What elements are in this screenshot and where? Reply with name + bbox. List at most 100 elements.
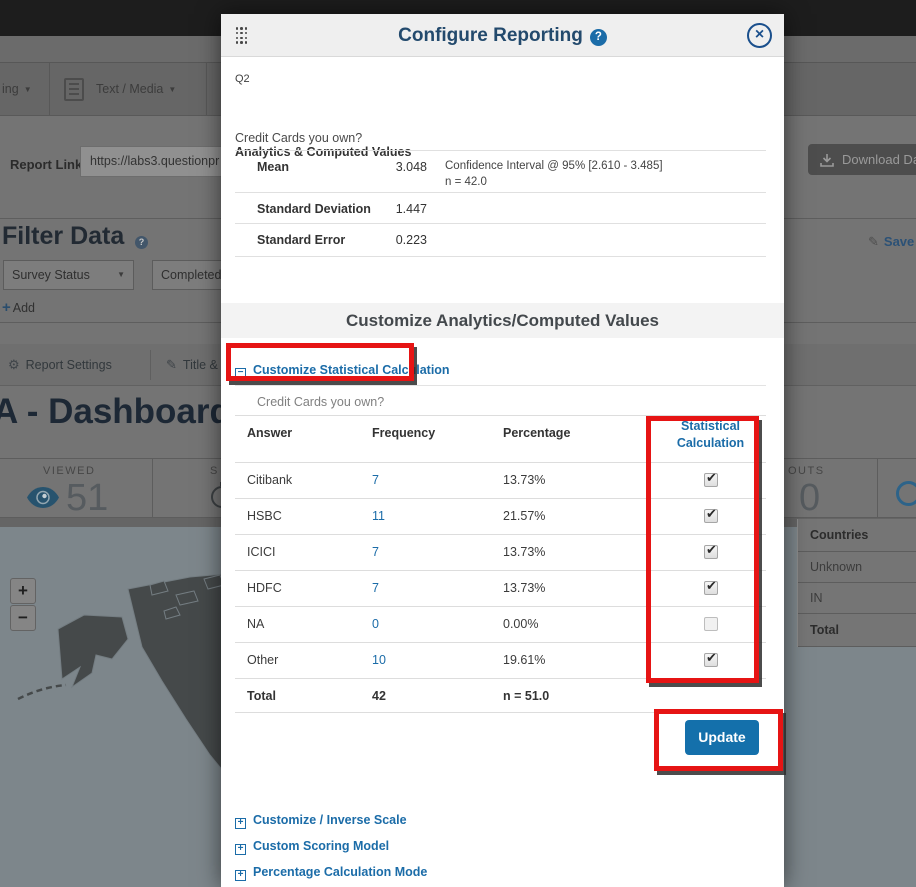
divider [235, 498, 766, 499]
toolbar-section-label: ing [2, 82, 19, 96]
confidence-interval: Confidence Interval @ 95% [2.610 - 3.485… [445, 160, 663, 172]
col-header-answer: Answer [247, 426, 292, 440]
divider [235, 712, 766, 713]
question-code: Q2 [235, 73, 250, 85]
stat-calc-checkbox[interactable] [704, 653, 718, 667]
completion-ring-icon [896, 481, 916, 506]
screen: ing▼ Text / Media▼ Report Link https://l… [0, 0, 916, 887]
analytics-row-std-err: Standard Error 0.223 [235, 223, 766, 257]
analytics-value: 1.447 [383, 202, 427, 216]
tab-report-settings[interactable]: ⚙ Report Settings [8, 344, 112, 385]
map-zoom-out-button[interactable]: − [10, 605, 36, 631]
filter-help-icon[interactable]: ? [135, 236, 148, 249]
divider [150, 350, 151, 380]
dropouts-stat-label: OUTS [788, 465, 825, 477]
frequency-link[interactable]: 7 [372, 581, 379, 595]
link-label: Customize Statistical Calculation [253, 363, 450, 377]
total-sample-size: n = 51.0 [503, 689, 549, 703]
add-label: Add [13, 301, 35, 315]
filter-data-title: Filter Data [2, 222, 124, 251]
expand-icon[interactable]: + [235, 844, 246, 855]
chevron-down-icon: ▼ [24, 85, 32, 94]
tab-title-logo[interactable]: ✎Title & L [166, 344, 228, 385]
stat-calc-checkbox[interactable] [704, 509, 718, 523]
modal-title: Configure Reporting? [221, 14, 784, 57]
stat-calc-checkbox[interactable] [704, 545, 718, 559]
divider [235, 415, 766, 416]
expand-icon[interactable]: + [235, 818, 246, 829]
dashboard-title: A - Dashboard [0, 392, 231, 432]
dropdown-value: Survey Status [12, 261, 90, 289]
analytics-label: Mean [257, 160, 289, 174]
close-icon[interactable]: × [747, 23, 772, 48]
custom-scoring-model-link[interactable]: + Custom Scoring Model [235, 839, 389, 855]
report-link-label: Report Link [10, 157, 82, 172]
map-zoom-in-button[interactable]: + [10, 578, 36, 604]
stat-calc-checkbox[interactable] [704, 617, 718, 631]
divider [152, 459, 153, 517]
toolbar-section-label: Text / Media [96, 82, 163, 96]
answer-cell: HDFC [247, 581, 282, 595]
analytics-note: Confidence Interval @ 95% [2.610 - 3.485… [445, 158, 663, 190]
toolbar-section-trending[interactable]: ing ▼ [0, 63, 50, 115]
add-filter-button[interactable]: +Add [2, 299, 35, 316]
stat-calc-checkbox[interactable] [704, 473, 718, 487]
total-frequency: 42 [372, 689, 386, 703]
pencil-icon: ✎ [166, 357, 177, 373]
countries-header: Countries [798, 519, 916, 552]
col-header-percentage: Percentage [503, 426, 570, 440]
divider [877, 459, 878, 517]
question-text: Credit Cards you own? [235, 131, 362, 145]
divider [235, 642, 766, 643]
update-button[interactable]: Update [685, 720, 759, 755]
expand-icon[interactable]: + [235, 870, 246, 881]
answer-cell: ICICI [247, 545, 275, 559]
eye-icon [27, 487, 59, 513]
toolbar-section-text-media[interactable]: Text / Media ▼ [50, 63, 207, 115]
frequency-link[interactable]: 7 [372, 545, 379, 559]
answer-cell: Other [247, 653, 278, 667]
question-text: Credit Cards you own? [257, 395, 384, 409]
tab-label: Report Settings [26, 358, 112, 372]
stat-calc-checkbox[interactable] [704, 581, 718, 595]
frequency-link[interactable]: 11 [372, 509, 385, 523]
link-label: Custom Scoring Model [253, 839, 389, 853]
customize-inverse-scale-link[interactable]: + Customize / Inverse Scale [235, 813, 407, 829]
divider [235, 606, 766, 607]
collapse-icon[interactable]: − [235, 368, 246, 379]
analytics-row-mean: Mean 3.048 Confidence Interval @ 95% [2.… [235, 150, 766, 192]
percentage-calculation-mode-link[interactable]: +Percentage Calculation Mode [235, 865, 427, 881]
configure-reporting-modal: Configure Reporting? × Q2 Credit Cards y… [221, 14, 784, 887]
frequency-link[interactable]: 10 [372, 653, 386, 667]
countries-panel: Countries Unknown IN Total [797, 519, 916, 647]
dropdown-value: Completed [161, 261, 221, 289]
divider [235, 570, 766, 571]
viewed-stat-value: 51 [66, 479, 108, 517]
help-icon[interactable]: ? [590, 29, 607, 46]
link-label: Customize / Inverse Scale [253, 813, 407, 827]
total-label: Total [247, 689, 276, 703]
gear-icon: ⚙ [8, 357, 20, 373]
customize-statistical-calculation-link[interactable]: −Customize Statistical Calculation [235, 363, 450, 379]
customize-section-title: Customize Analytics/Computed Values [221, 303, 784, 338]
survey-status-dropdown[interactable]: Survey Status ▼ [3, 260, 134, 290]
frequency-link[interactable]: 7 [372, 473, 379, 487]
frequency-link[interactable]: 0 [372, 617, 379, 631]
download-icon [820, 153, 834, 167]
divider [235, 534, 766, 535]
sample-size: n = 42.0 [445, 176, 487, 188]
plus-icon: + [2, 299, 11, 316]
analytics-label: Standard Deviation [257, 202, 371, 216]
download-data-button[interactable]: Download Da [808, 144, 916, 175]
country-row: Unknown [798, 552, 916, 583]
divider [235, 385, 766, 386]
chevron-down-icon: ▼ [168, 85, 176, 94]
save-link[interactable]: ✎Save R [868, 234, 916, 250]
modal-header: Configure Reporting? × [221, 14, 784, 57]
started-stat-label: S [210, 465, 219, 477]
analytics-value: 0.223 [383, 233, 427, 247]
answer-cell: HSBC [247, 509, 282, 523]
percentage-cell: 19.61% [503, 653, 545, 667]
chevron-down-icon: ▼ [117, 261, 125, 289]
download-label: Download Da [842, 152, 916, 167]
